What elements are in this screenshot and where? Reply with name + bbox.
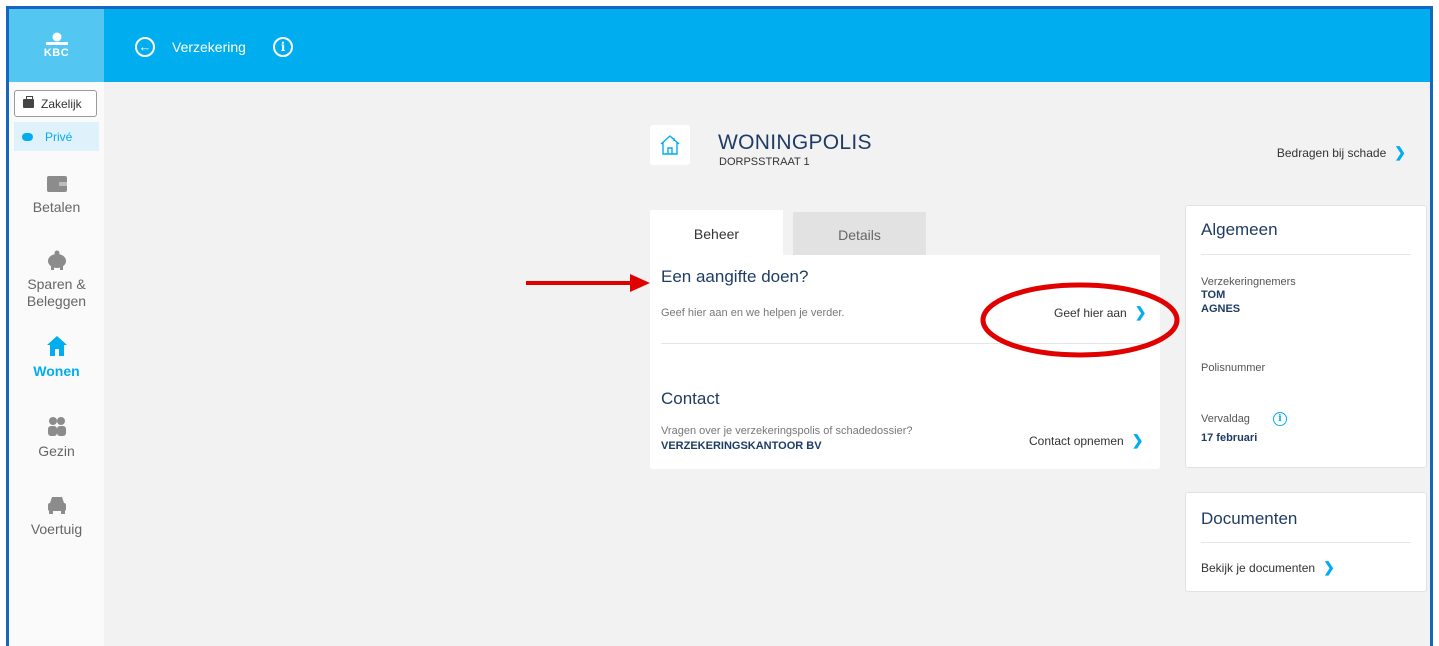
sidebar-item-gezin[interactable]: Gezin [9,415,104,459]
tab-beheer-label: Beheer [693,226,740,242]
general-card-title: Algemeen [1201,220,1278,239]
business-toggle-button[interactable]: Zakelijk [14,90,97,117]
card-divider [1201,254,1411,255]
policy-number-label: Polisnummer [1201,362,1266,374]
business-toggle-label: Zakelijk [41,96,82,111]
sidebar: Zakelijk Privé Betalen Sparen & Beleggen [9,82,104,646]
claim-section-title: Een aangifte doen? [661,267,809,286]
private-toggle-label: Privé [45,129,73,144]
piggy-small-icon [22,132,33,141]
annotation-ellipse [980,282,1180,358]
sidebar-item-wonen[interactable]: Wonen [9,335,104,379]
contact-link-label: Contact opnemen [1029,434,1124,448]
chevron-right-icon: ❯ [1323,559,1335,575]
policyholder-name: AGNES [1201,303,1241,315]
contact-question: Vragen over je verzekeringspolis of scha… [661,425,913,437]
car-icon [47,497,66,514]
page-section-title: Verzekering [172,39,246,55]
tab-details-label: Details [838,227,881,243]
policyholders-label: Verzekeringnemers [1201,276,1296,288]
back-arrow-icon[interactable]: ← [135,37,155,57]
tab-details[interactable]: Details [793,212,926,258]
general-info-card: Algemeen Verzekeringnemers TOM AGNES Pol… [1185,205,1427,468]
annotation-arrow [526,274,650,292]
card-divider [1201,542,1411,543]
private-toggle-button[interactable]: Privé [14,122,99,151]
contact-link[interactable]: Contact opnemen ❯ [1029,432,1143,449]
sidebar-item-sparen[interactable]: Sparen & Beleggen [9,250,104,310]
sidebar-item-betalen[interactable]: Betalen [9,175,104,215]
sidebar-item-label: Voertuig [30,521,83,537]
view-documents-label: Bekijk je documenten [1201,561,1316,575]
sidebar-item-label: Gezin [38,443,75,459]
due-date-label: Vervaldag [1201,413,1250,425]
wallet-icon [46,176,67,192]
app-window: KBC ← Verzekering i Zakelijk Privé Betal… [6,6,1433,646]
piggy-bank-icon [47,250,66,270]
damage-amounts-label: Bedragen bij schade [1276,146,1387,160]
info-icon[interactable]: i [1273,412,1287,426]
due-date-value: 17 februari [1201,432,1258,444]
documents-card-title: Documenten [1201,509,1298,528]
people-icon [47,417,66,436]
tab-beheer[interactable]: Beheer [650,210,783,258]
chevron-right-icon: ❯ [1131,432,1144,448]
page-title: WONINGPOLIS [718,131,872,154]
chevron-right-icon: ❯ [1394,144,1406,160]
documents-card: Documenten Bekijk je documenten ❯ [1185,492,1427,592]
info-icon[interactable]: i [273,37,293,57]
policy-house-icon [650,125,690,165]
insurance-office-name: VERZEKERINGSKANTOOR BV [661,440,822,452]
sidebar-item-label: Sparen & Beleggen [26,276,87,309]
sidebar-item-voertuig[interactable]: Voertuig [9,495,104,537]
house-icon [46,336,67,356]
house-outline-icon [660,135,680,155]
logo-text: KBC [43,47,70,59]
sidebar-item-label: Betalen [32,199,81,215]
kbc-logo-icon [45,32,68,45]
sidebar-item-label: Wonen [33,363,80,379]
policy-address: DORPSSTRAAT 1 [719,156,810,168]
contact-section-title: Contact [661,389,720,408]
top-bar: KBC ← Verzekering i [9,9,1430,82]
view-documents-link[interactable]: Bekijk je documenten ❯ [1201,559,1335,576]
claim-description: Geef hier aan en we helpen je verder. [661,307,845,319]
kbc-logo[interactable]: KBC [9,9,104,82]
briefcase-icon [23,96,34,108]
damage-amounts-link[interactable]: Bedragen bij schade ❯ [1277,144,1406,161]
policyholder-name: TOM [1201,289,1226,301]
